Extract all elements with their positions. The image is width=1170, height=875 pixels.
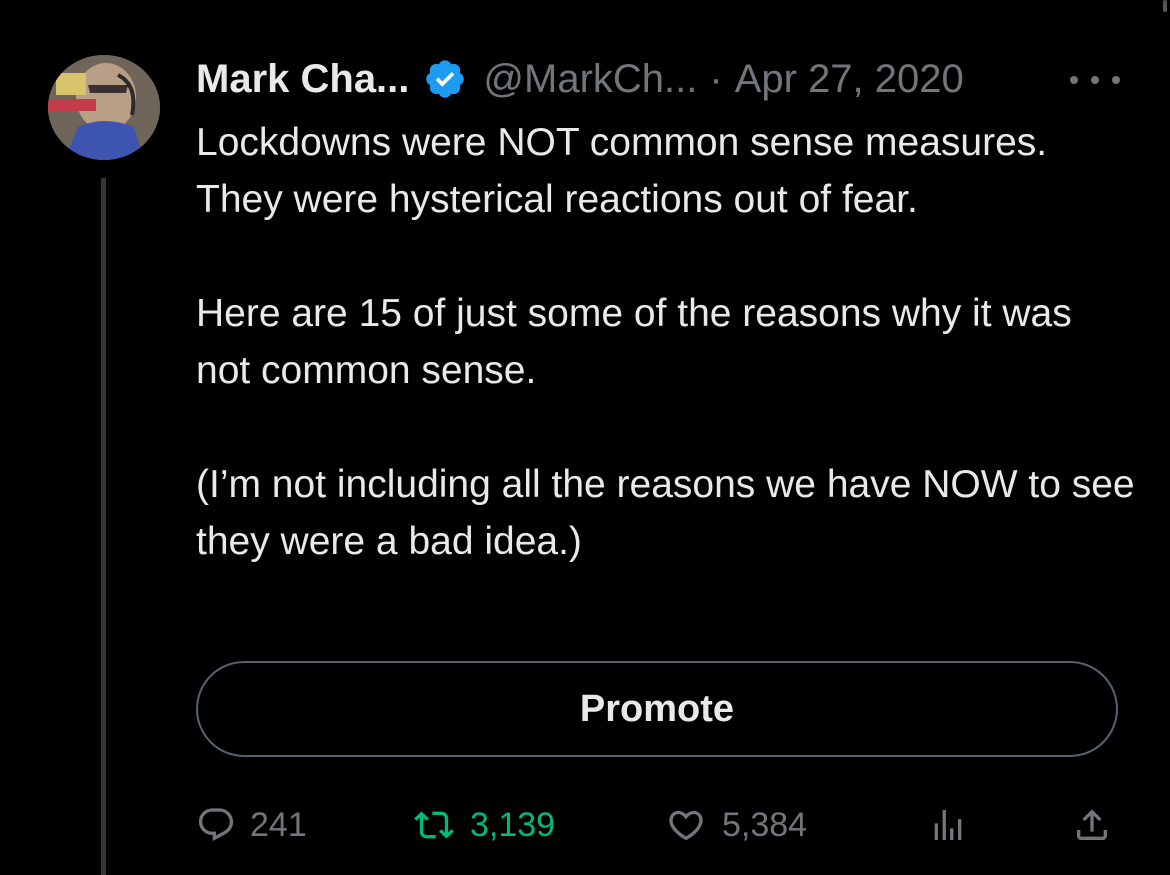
avatar[interactable]	[48, 55, 160, 160]
reply-count: 241	[250, 805, 307, 844]
like-button[interactable]: 5,384	[664, 800, 807, 850]
tweet-header: Mark Cha... @MarkCh... · Apr 27, 2020	[196, 52, 964, 106]
more-options-icon[interactable]	[1070, 60, 1120, 100]
analytics-button[interactable]	[928, 800, 968, 850]
heart-icon	[669, 810, 703, 841]
reply-icon	[198, 808, 234, 842]
more-dot	[1091, 76, 1099, 84]
promote-button[interactable]: Promote	[196, 661, 1118, 757]
retweet-icon	[414, 811, 454, 839]
scrollbar-thumb[interactable]	[1163, 0, 1167, 12]
tweet-paragraph: Here are 15 of just some of the reasons …	[196, 292, 1072, 392]
tweet-text: Lockdowns were NOT common sense measures…	[196, 114, 1136, 570]
like-count: 5,384	[722, 805, 808, 844]
header-separator: ·	[709, 56, 723, 101]
share-icon	[1077, 809, 1107, 840]
tweet-paragraph: Lockdowns were NOT common sense measures…	[196, 121, 1048, 221]
author-handle[interactable]: @MarkCh...	[483, 57, 697, 102]
tweet: Mark Cha... @MarkCh... · Apr 27, 2020 Lo…	[0, 0, 1170, 875]
share-button[interactable]	[1072, 800, 1112, 850]
tweet-actions: 241 3,139 5,384	[0, 800, 1170, 850]
verified-badge-icon[interactable]	[423, 57, 467, 101]
tweet-paragraph: (I’m not including all the reasons we ha…	[196, 463, 1135, 563]
retweet-count: 3,139	[470, 805, 556, 844]
more-dot	[1112, 76, 1120, 84]
analytics-icon	[934, 810, 962, 840]
retweet-button[interactable]: 3,139	[412, 800, 555, 850]
thread-line	[101, 178, 106, 875]
reply-button[interactable]: 241	[196, 800, 307, 850]
tweet-date[interactable]: Apr 27, 2020	[735, 57, 964, 102]
author-name[interactable]: Mark Cha...	[196, 57, 409, 102]
more-dot	[1070, 76, 1078, 84]
